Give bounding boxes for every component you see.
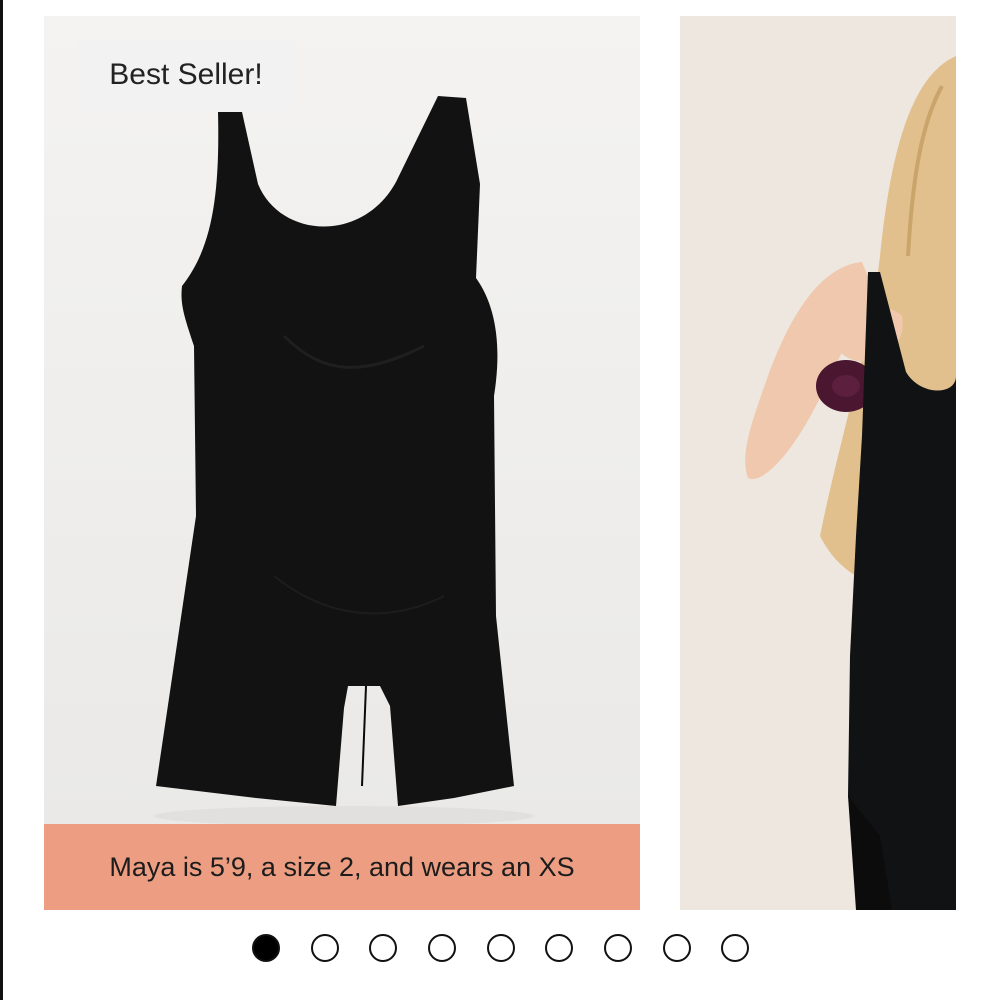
pagination-dot-8[interactable] — [663, 934, 691, 962]
pagination-dot-9[interactable] — [721, 934, 749, 962]
pagination-dot-1[interactable] — [252, 934, 280, 962]
bodysuit-product-image — [44, 16, 640, 910]
model-size-caption: Maya is 5’9, a size 2, and wears an XS — [44, 824, 640, 910]
gallery-pagination — [0, 930, 1000, 970]
best-seller-badge: Best Seller! — [76, 40, 296, 110]
pagination-dot-7[interactable] — [604, 934, 632, 962]
pagination-dot-4[interactable] — [428, 934, 456, 962]
gallery-slide-product[interactable]: Best Seller! Maya is 5’9, a size 2, and … — [44, 16, 640, 910]
pagination-dot-2[interactable] — [311, 934, 339, 962]
pagination-dot-6[interactable] — [545, 934, 573, 962]
model-photo-image — [680, 16, 956, 910]
pagination-dot-5[interactable] — [487, 934, 515, 962]
gallery-slide-model[interactable] — [680, 16, 956, 910]
page-edge-line — [0, 0, 3, 1000]
pagination-dot-3[interactable] — [369, 934, 397, 962]
